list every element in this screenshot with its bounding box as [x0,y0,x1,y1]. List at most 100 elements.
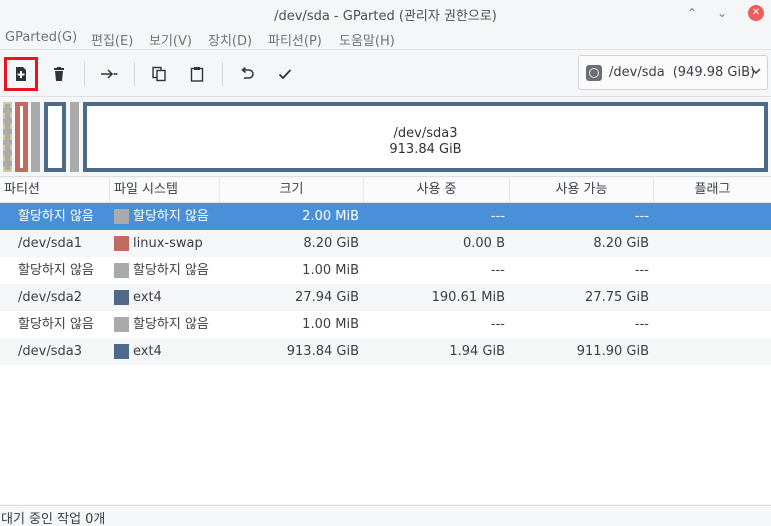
close-button[interactable]: ✕ [748,5,764,21]
column-header-size[interactable]: 크기 [220,178,364,203]
delete-button[interactable] [46,61,72,87]
device-label: /dev/sda [609,65,665,80]
window-title: /dev/sda - GParted (관리자 권한으로) [274,9,497,24]
diskmap-sda1[interactable] [15,102,28,172]
cell-partition: /dev/sda3 [18,344,82,359]
apply-icon [278,69,292,80]
toolbar: /dev/sda (949.98 GiB) [0,50,771,97]
cell-size: 1.00 MiB [302,263,359,278]
title-bar: /dev/sda - GParted (관리자 권한으로) ⌃ ⌄ ✕ [0,0,771,26]
cell-filesystem: linux-swap [133,236,203,251]
cell-partition: 할당하지 않음 [18,263,94,278]
cell-free: --- [634,209,649,224]
cell-flags [660,230,760,257]
cell-flags [660,311,760,338]
cell-partition: /dev/sda2 [18,290,82,305]
cell-free: --- [634,317,649,332]
table-row[interactable]: 할당하지 않음 할당하지 않음 1.00 MiB --- --- [0,257,771,284]
filesystem-color-swatch [114,209,129,224]
table-row[interactable]: /dev/sda2 ext4 27.94 GiB 190.61 MiB 27.75 Gi… [0,284,771,311]
menu-device[interactable]: 장치(D) [208,30,252,49]
cell-used: --- [490,317,505,332]
diskmap-sda3-caption: /dev/sda3 913.84 GiB [86,126,765,158]
toolbar-separator [222,62,223,86]
table-row[interactable]: 할당하지 않음 할당하지 않음 1.00 MiB --- --- [0,311,771,338]
partition-table: 파티션 파일 시스템 크기 사용 중 사용 가능 플래그 할당하지 않음 할당하지… [0,178,771,504]
cell-used: --- [490,263,505,278]
cell-partition: 할당하지 않음 [18,317,94,332]
cell-used: 190.61 MiB [431,290,505,305]
device-size: (949.98 GiB) [672,65,756,80]
new-partition-icon [16,67,26,81]
table-row[interactable]: 할당하지 않음 할당하지 않음 2.00 MiB --- --- [0,203,771,230]
diskmap-sda3-label: /dev/sda3 [393,126,458,141]
column-header-filesystem[interactable]: 파일 시스템 [110,178,220,203]
cell-flags [660,338,760,365]
new-partition-button[interactable] [4,57,38,91]
cell-flags [660,284,760,311]
cell-used: --- [490,209,505,224]
filesystem-color-swatch [114,236,129,251]
toolbar-separator [134,62,135,86]
menu-edit[interactable]: 편집(E) [91,30,133,49]
delete-icon [54,67,64,81]
cell-filesystem: ext4 [133,290,162,305]
paste-button[interactable] [184,61,210,87]
menu-partition[interactable]: 파티션(P) [268,30,322,49]
copy-button[interactable] [146,61,172,87]
diskmap-sda3[interactable]: /dev/sda3 913.84 GiB [83,102,768,172]
cell-size: 1.00 MiB [302,317,359,332]
cell-filesystem: 할당하지 않음 [133,209,209,224]
status-bar: 대기 중인 작업 0개 [0,505,771,526]
minimize-button[interactable]: ⌃ [682,3,702,23]
cell-free: 911.90 GiB [576,344,649,359]
menu-help[interactable]: 도움말(H) [339,30,395,49]
disk-map: /dev/sda3 913.84 GiB [0,97,771,177]
apply-button[interactable] [272,61,298,87]
filesystem-color-swatch [114,263,129,278]
resize-move-button[interactable] [96,61,122,87]
column-header-used[interactable]: 사용 중 [364,178,510,203]
diskmap-unallocated-1[interactable] [3,102,12,172]
cell-used: 0.00 B [463,236,505,251]
undo-button[interactable] [234,61,260,87]
cell-partition: 할당하지 않음 [18,209,94,224]
cell-size: 913.84 GiB [286,344,359,359]
diskmap-unallocated-2[interactable] [31,102,40,172]
paste-icon [190,67,204,82]
cell-filesystem: 할당하지 않음 [133,317,209,332]
filesystem-color-swatch [114,344,129,359]
menu-gparted[interactable]: GParted(G) [5,30,77,45]
cell-flags [660,203,760,230]
cell-free: 27.75 GiB [585,290,649,305]
column-header-free[interactable]: 사용 가능 [510,178,654,203]
column-header-partition[interactable]: 파티션 [0,178,110,203]
table-header: 파티션 파일 시스템 크기 사용 중 사용 가능 플래그 [0,178,771,203]
copy-icon [152,66,166,82]
cell-filesystem: 할당하지 않음 [133,263,209,278]
cell-flags [660,257,760,284]
cell-partition: /dev/sda1 [18,236,82,251]
diskmap-sda2[interactable] [44,102,66,172]
menu-view[interactable]: 보기(V) [149,30,192,49]
cell-size: 27.94 GiB [295,290,359,305]
cell-filesystem: ext4 [133,344,162,359]
cell-used: 1.94 GiB [449,344,505,359]
table-row[interactable]: /dev/sda3 ext4 913.84 GiB 1.94 GiB 911.90 Gi… [0,338,771,365]
toolbar-separator [84,62,85,86]
filesystem-color-swatch [114,317,129,332]
menu-bar: GParted(G) 편집(E) 보기(V) 장치(D) 파티션(P) 도움말(… [0,26,771,50]
column-header-flags[interactable]: 플래그 [654,178,771,203]
cell-size: 2.00 MiB [302,209,359,224]
maximize-button[interactable]: ⌄ [712,3,732,23]
filesystem-color-swatch [114,290,129,305]
resize-move-icon [101,69,118,79]
cell-size: 8.20 GiB [303,236,359,251]
chevron-down-icon [750,65,762,80]
diskmap-sda3-size: 913.84 GiB [389,142,462,157]
device-selector[interactable]: /dev/sda (949.98 GiB) [578,55,768,90]
table-row[interactable]: /dev/sda1 linux-swap 8.20 GiB 0.00 B 8.20 Gi… [0,230,771,257]
diskmap-unallocated-3[interactable] [70,102,79,172]
cell-free: 8.20 GiB [593,236,649,251]
cell-free: --- [634,263,649,278]
